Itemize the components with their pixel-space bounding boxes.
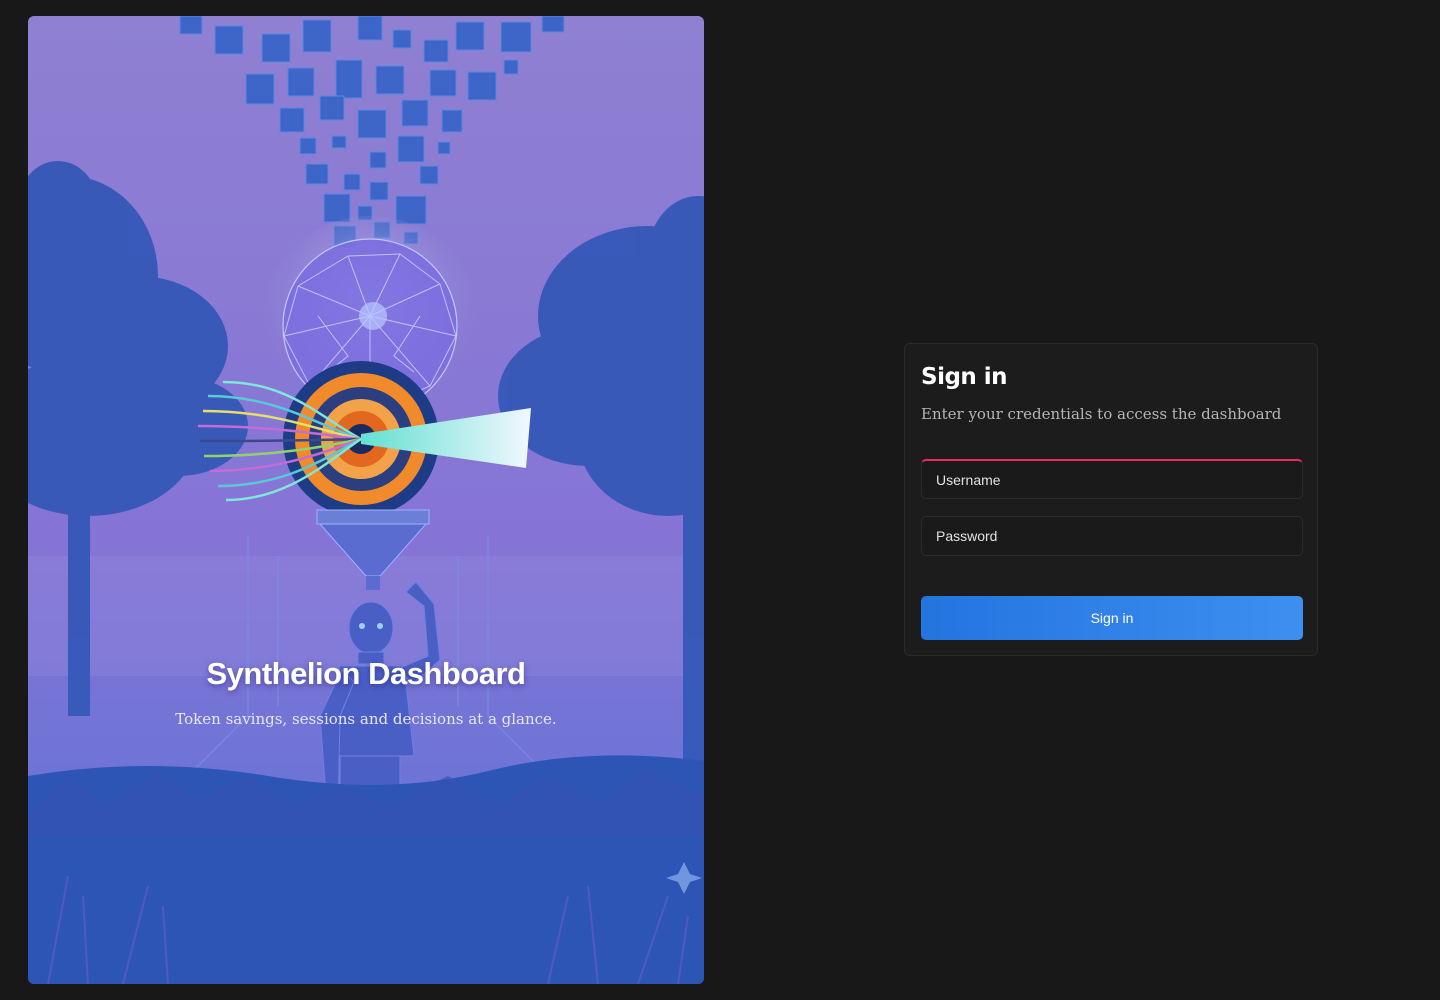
password-input[interactable] — [922, 517, 1302, 555]
hero-title: Synthelion Dashboard — [206, 656, 526, 691]
signin-title: Sign in — [921, 364, 1008, 390]
hero-panel: Synthelion Dashboard Token savings, sess… — [28, 16, 704, 984]
signin-card: Sign in Enter your credentials to access… — [904, 343, 1318, 656]
hero-subtitle: Token savings, sessions and decisions at… — [175, 710, 557, 728]
username-input[interactable] — [922, 461, 1302, 498]
password-field-wrapper — [921, 516, 1303, 556]
signin-subtitle: Enter your credentials to access the das… — [921, 405, 1282, 423]
signin-button[interactable]: Sign in — [921, 596, 1303, 640]
username-field-wrapper — [921, 459, 1303, 499]
hero-illustration — [28, 16, 704, 984]
